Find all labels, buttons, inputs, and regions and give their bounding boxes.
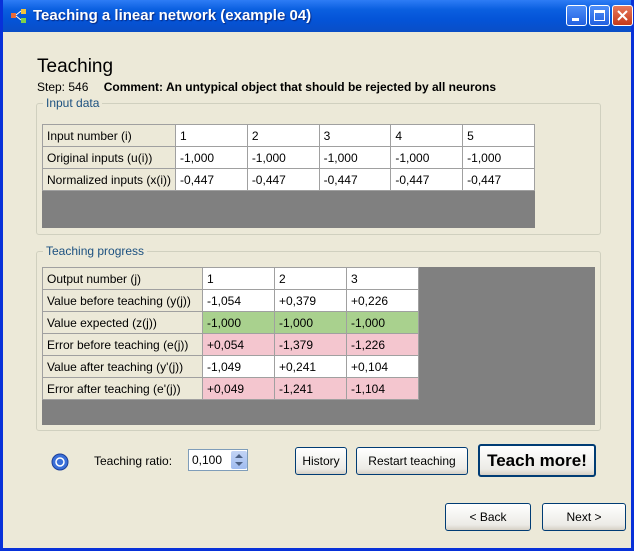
- table-cell[interactable]: -1,000: [274, 311, 347, 334]
- teaching-progress-grid[interactable]: Output number (j) 1 2 3 Value before teachin…: [42, 267, 595, 425]
- table-row: Normalized inputs (x(i)) -0,447 -0,447 -0,4…: [41, 168, 535, 191]
- minimize-button[interactable]: [566, 5, 587, 26]
- table-cell[interactable]: -1,054: [202, 289, 275, 312]
- table-cell[interactable]: -1,379: [274, 333, 347, 356]
- table-row: Error after teaching (e'(j)) +0,049 -1,241…: [42, 377, 419, 400]
- page-title: Teaching: [37, 56, 114, 77]
- help-icon[interactable]: [51, 453, 69, 471]
- row-header[interactable]: Value expected (z(j)): [42, 311, 203, 334]
- input-data-legend: Input data: [43, 96, 103, 110]
- teaching-ratio-input[interactable]: [189, 450, 232, 470]
- table-cell[interactable]: 3: [318, 124, 392, 147]
- input-data-group: Input data Input number (i) 1 2 3 4 5 Original…: [36, 96, 601, 235]
- table-row: Original inputs (u(i)) -1,000 -1,000 -1,000…: [41, 146, 535, 169]
- table-cell[interactable]: +0,104: [346, 355, 419, 378]
- back-button[interactable]: < Back: [445, 503, 531, 531]
- row-header[interactable]: Error after teaching (e'(j)): [42, 377, 203, 400]
- table-cell[interactable]: -0,447: [390, 168, 464, 191]
- table-cell[interactable]: -0,447: [318, 168, 392, 191]
- step-info: Step: 546 Comment: An untypical object t…: [37, 80, 496, 94]
- close-button[interactable]: [612, 5, 633, 26]
- table-cell[interactable]: 2: [274, 267, 347, 290]
- window-title: Teaching a linear network (example 04): [33, 7, 312, 24]
- table-row: Value before teaching (y(j)) -1,054 +0,379…: [42, 289, 419, 312]
- table-cell[interactable]: -1,000: [390, 146, 464, 169]
- table-cell[interactable]: -1,000: [462, 146, 535, 169]
- table-cell[interactable]: -1,000: [175, 146, 248, 169]
- table-cell[interactable]: -1,049: [202, 355, 275, 378]
- spin-buttons[interactable]: [231, 451, 247, 469]
- history-button[interactable]: History: [295, 447, 347, 475]
- teaching-progress-table: Output number (j) 1 2 3 Value before teachin…: [42, 267, 419, 400]
- table-cell[interactable]: 3: [346, 267, 419, 290]
- teaching-progress-legend: Teaching progress: [43, 244, 148, 258]
- table-row: Output number (j) 1 2 3: [42, 267, 419, 290]
- row-header[interactable]: Original inputs (u(i)): [41, 146, 177, 169]
- table-cell[interactable]: +0,379: [274, 289, 347, 312]
- app-window: Teaching a linear network (example 04) T…: [0, 0, 634, 551]
- next-button[interactable]: Next >: [542, 503, 626, 531]
- close-icon: [617, 10, 628, 21]
- table-row: Error before teaching (e(j)) +0,054 -1,379…: [42, 333, 419, 356]
- network-app-icon: [11, 9, 26, 23]
- teaching-controls: Teaching ratio: History Restart teaching…: [36, 437, 599, 487]
- table-row: Value expected (z(j)) -1,000 -1,000 -1,000: [42, 311, 419, 334]
- maximize-button[interactable]: [589, 5, 610, 26]
- row-header[interactable]: Value after teaching (y'(j)): [42, 355, 203, 378]
- teaching-progress-group: Teaching progress Output number (j) 1 2 3 Va…: [36, 244, 601, 431]
- table-cell[interactable]: 4: [390, 124, 464, 147]
- row-header[interactable]: Value before teaching (y(j)): [42, 289, 203, 312]
- teaching-ratio-label: Teaching ratio:: [94, 454, 173, 468]
- input-data-grid[interactable]: Input number (i) 1 2 3 4 5 Original inputs (u(…: [41, 124, 535, 228]
- row-header[interactable]: Normalized inputs (x(i)): [41, 168, 177, 191]
- row-header[interactable]: Output number (j): [42, 267, 203, 290]
- table-cell[interactable]: +0,226: [346, 289, 419, 312]
- table-cell[interactable]: -0,447: [462, 168, 535, 191]
- table-cell[interactable]: 1: [202, 267, 275, 290]
- table-cell[interactable]: -1,104: [346, 377, 419, 400]
- table-cell[interactable]: +0,049: [202, 377, 275, 400]
- table-cell[interactable]: -1,000: [346, 311, 419, 334]
- teach-more-button[interactable]: Teach more!: [478, 444, 596, 477]
- restart-teaching-button[interactable]: Restart teaching: [356, 447, 468, 475]
- title-bar[interactable]: Teaching a linear network (example 04): [3, 0, 633, 32]
- step-comment: Comment: An untypical object that should…: [103, 80, 496, 94]
- table-cell[interactable]: 5: [462, 124, 535, 147]
- teaching-ratio-stepper[interactable]: [188, 449, 248, 471]
- table-cell[interactable]: 1: [175, 124, 248, 147]
- table-cell[interactable]: -0,447: [246, 168, 320, 191]
- table-cell[interactable]: -1,226: [346, 333, 419, 356]
- table-cell[interactable]: 2: [246, 124, 320, 147]
- row-header[interactable]: Error before teaching (e(j)): [42, 333, 203, 356]
- table-cell[interactable]: -1,000: [202, 311, 275, 334]
- table-cell[interactable]: -1,000: [246, 146, 320, 169]
- table-row: Value after teaching (y'(j)) -1,049 +0,241…: [42, 355, 419, 378]
- input-data-table: Input number (i) 1 2 3 4 5 Original inputs (u(…: [41, 124, 535, 191]
- table-cell[interactable]: +0,054: [202, 333, 275, 356]
- row-header[interactable]: Input number (i): [41, 124, 177, 147]
- spin-arrows-icon: [235, 454, 243, 466]
- maximize-icon: [594, 10, 605, 21]
- step-counter: Step: 546: [37, 80, 89, 94]
- table-row: Input number (i) 1 2 3 4 5: [41, 124, 535, 147]
- minimize-icon: [572, 18, 579, 21]
- table-cell[interactable]: -0,447: [175, 168, 248, 191]
- table-cell[interactable]: -1,241: [274, 377, 347, 400]
- table-cell[interactable]: +0,241: [274, 355, 347, 378]
- table-cell[interactable]: -1,000: [318, 146, 392, 169]
